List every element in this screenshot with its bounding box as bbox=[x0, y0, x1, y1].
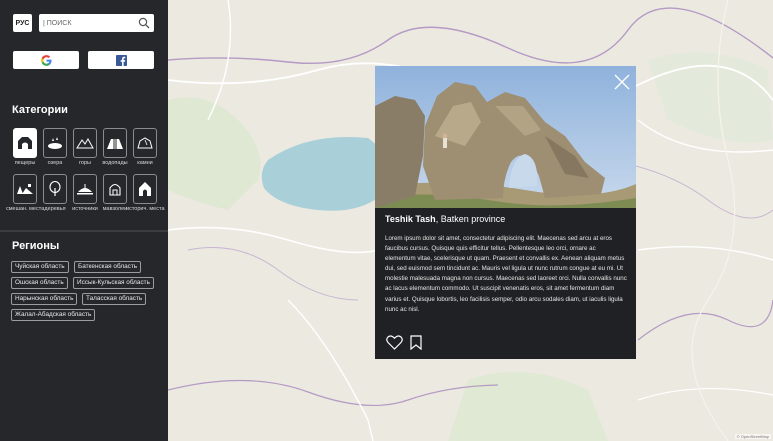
category-springs[interactable]: источники bbox=[72, 174, 98, 212]
category-mausoleums[interactable]: мавзолеи bbox=[102, 174, 128, 212]
cave-icon bbox=[18, 137, 32, 149]
google-login-button[interactable] bbox=[13, 51, 79, 69]
rock-arch-photo bbox=[375, 66, 636, 208]
region-osh[interactable]: Ошская область bbox=[11, 277, 68, 289]
close-icon[interactable] bbox=[614, 74, 630, 90]
categories-title: Категории bbox=[12, 104, 68, 116]
language-button[interactable]: РУС bbox=[13, 14, 32, 32]
mixed-places-icon bbox=[17, 184, 33, 194]
search-box bbox=[39, 14, 154, 32]
category-historic-places[interactable]: историч. места bbox=[126, 174, 165, 212]
bookmark-icon[interactable] bbox=[409, 335, 423, 350]
lake-icon bbox=[48, 137, 62, 149]
waterfall-icon bbox=[107, 139, 123, 149]
sidebar: РУС Категории пещеры озера bbox=[0, 0, 168, 441]
category-mountains[interactable]: горы bbox=[72, 128, 98, 166]
category-caves[interactable]: пещеры bbox=[12, 128, 38, 166]
category-trees[interactable]: деревья bbox=[42, 174, 68, 212]
facebook-login-button[interactable] bbox=[88, 51, 154, 69]
category-mixed-places[interactable]: смешан. места bbox=[6, 174, 44, 212]
place-province: , Batken province bbox=[435, 214, 506, 224]
google-icon bbox=[40, 54, 52, 66]
category-stones[interactable]: камни bbox=[132, 128, 158, 166]
tree-icon bbox=[49, 181, 61, 196]
place-popup: Teshik Tash, Batken province Lorem ipsum… bbox=[375, 66, 636, 359]
region-issyk-kul[interactable]: Иссык-Кульская область bbox=[73, 277, 154, 289]
historic-place-icon bbox=[139, 182, 151, 196]
regions-title: Регионы bbox=[12, 240, 60, 252]
place-photo bbox=[375, 66, 636, 208]
heart-icon[interactable] bbox=[386, 335, 403, 350]
place-name: Teshik Tash bbox=[385, 214, 436, 224]
facebook-icon bbox=[115, 54, 127, 66]
mountains-icon bbox=[76, 138, 94, 149]
category-lakes[interactable]: озера bbox=[42, 128, 68, 166]
category-waterfalls[interactable]: водопады bbox=[102, 128, 128, 166]
region-talas[interactable]: Таласская область bbox=[82, 293, 147, 305]
region-chui[interactable]: Чуйская область bbox=[11, 261, 69, 273]
search-input[interactable] bbox=[43, 15, 139, 31]
sidebar-divider bbox=[0, 230, 168, 232]
search-icon[interactable] bbox=[138, 17, 150, 29]
region-naryn[interactable]: Нарынская область bbox=[11, 293, 78, 305]
map-attribution[interactable]: © OpenStreetMap bbox=[734, 434, 771, 439]
place-description: Lorem ipsum dolor sit amet, consectetur … bbox=[385, 235, 627, 313]
spring-icon bbox=[77, 184, 93, 195]
mausoleum-icon bbox=[109, 183, 121, 196]
region-jalal-abad[interactable]: Жалал-Абадская область bbox=[11, 309, 96, 321]
region-batken[interactable]: Баткенская область bbox=[74, 261, 142, 273]
place-title: Teshik Tash, Batken province bbox=[385, 214, 505, 224]
stone-icon bbox=[137, 137, 153, 149]
